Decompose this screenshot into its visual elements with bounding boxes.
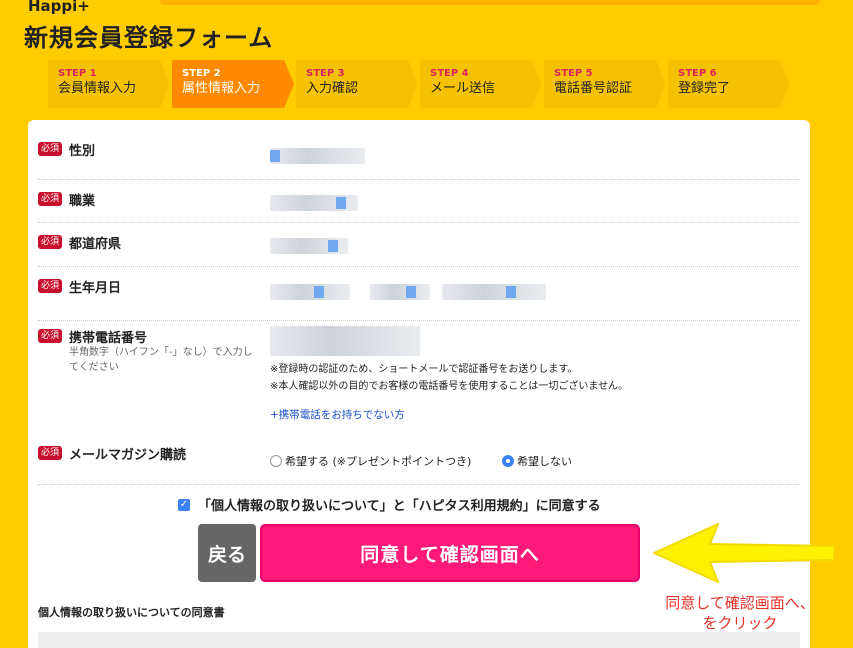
required-badge: 必須 xyxy=(38,279,63,293)
radio-icon[interactable] xyxy=(270,455,282,467)
consent-text-box[interactable] xyxy=(38,632,800,648)
annotation-line-1: 同意して確認画面へ、 xyxy=(665,594,815,612)
step-label: 電話番号認証 xyxy=(554,81,633,96)
gender-label: 性別 xyxy=(69,144,96,159)
no-phone-link[interactable]: +携帯電話をお持ちでない方 xyxy=(270,407,405,422)
step-6: STEP 6 登録完了 xyxy=(668,60,790,108)
required-badge: 必須 xyxy=(38,329,63,343)
birthdate-label: 生年月日 xyxy=(69,281,122,296)
prefecture-select[interactable] xyxy=(270,238,348,254)
required-badge: 必須 xyxy=(38,446,63,460)
step-label: メール送信 xyxy=(430,81,496,96)
phone-label: 携帯電話番号 xyxy=(69,331,148,346)
logo[interactable]: Happi+ xyxy=(28,0,90,15)
arrow-annotation-icon xyxy=(653,523,835,583)
occupation-select[interactable] xyxy=(270,195,358,211)
step-number: STEP 2 xyxy=(182,68,221,79)
step-number: STEP 5 xyxy=(554,68,593,79)
top-accent-bar xyxy=(160,0,820,5)
birth-month-select[interactable] xyxy=(370,284,430,300)
phone-note-privacy: ※本人確認以外の目的でお客様の電話番号を使用することは一切ございません。 xyxy=(270,381,629,392)
occupation-row: 必須 職業 xyxy=(38,180,800,223)
gender-options[interactable] xyxy=(270,148,365,164)
prefecture-label: 都道府県 xyxy=(69,237,122,252)
step-4: STEP 4 メール送信 xyxy=(420,60,542,108)
phone-hint: 半角数字（ハイフン「-」なし）で入力してください xyxy=(69,347,253,373)
agreement-text: 「個人情報の取り扱いについて」と「ハピタス利用規約」に同意する xyxy=(198,499,601,514)
step-number: STEP 6 xyxy=(678,68,717,79)
birth-day-select[interactable] xyxy=(442,284,546,300)
annotation-line-2: をクリック xyxy=(702,614,778,632)
step-number: STEP 4 xyxy=(430,68,469,79)
occupation-label: 職業 xyxy=(69,194,96,209)
required-badge: 必須 xyxy=(38,142,63,156)
step-3: STEP 3 入力確認 xyxy=(296,60,418,108)
back-button[interactable]: 戻る xyxy=(198,524,256,582)
step-5: STEP 5 電話番号認証 xyxy=(544,60,666,108)
birthdate-row: 必須 生年月日 xyxy=(38,267,800,321)
phone-row: 必須 携帯電話番号 半角数字（ハイフン「-」なし）で入力してください ※登録時の… xyxy=(38,321,800,433)
agreement-checkbox-row[interactable]: ✓ 「個人情報の取り扱いについて」と「ハピタス利用規約」に同意する xyxy=(178,495,601,514)
newsletter-option-no[interactable]: 希望しない xyxy=(502,453,572,469)
newsletter-option-yes[interactable]: 希望する (※プレゼントポイントつき) xyxy=(270,453,471,469)
step-1: STEP 1 会員情報入力 xyxy=(48,60,170,108)
phone-note-sms: ※登録時の認証のため、ショートメールで認証番号をお送りします。 xyxy=(270,364,578,375)
step-label: 属性情報入力 xyxy=(182,81,261,96)
gender-row: 必須 性別 xyxy=(38,134,800,180)
consent-title: 個人情報の取り扱いについての同意書 xyxy=(38,606,225,619)
click-annotation: 同意して確認画面へ、 をクリック xyxy=(640,593,840,633)
step-number: STEP 1 xyxy=(58,68,97,79)
newsletter-option-yes-label: 希望する (※プレゼントポイントつき) xyxy=(285,455,472,468)
birth-year-select[interactable] xyxy=(270,284,350,300)
step-label: 登録完了 xyxy=(678,81,731,96)
step-label: 会員情報入力 xyxy=(58,81,137,96)
page-title: 新規会員登録フォーム xyxy=(24,24,274,52)
step-label: 入力確認 xyxy=(306,81,359,96)
phone-input[interactable] xyxy=(270,326,420,356)
prefecture-row: 必須 都道府県 xyxy=(38,223,800,267)
required-badge: 必須 xyxy=(38,235,63,249)
step-2: STEP 2 属性情報入力 xyxy=(172,60,294,108)
newsletter-row: 必須 メールマガジン購読 希望する (※プレゼントポイントつき) 希望しない xyxy=(38,433,800,485)
required-badge: 必須 xyxy=(38,192,63,206)
newsletter-label: メールマガジン購読 xyxy=(69,448,187,463)
agree-confirm-button[interactable]: 同意して確認画面へ xyxy=(260,524,640,582)
step-number: STEP 3 xyxy=(306,68,345,79)
checkbox-checked-icon[interactable]: ✓ xyxy=(178,498,190,511)
radio-selected-icon[interactable] xyxy=(502,455,514,467)
newsletter-option-no-label: 希望しない xyxy=(517,455,572,468)
